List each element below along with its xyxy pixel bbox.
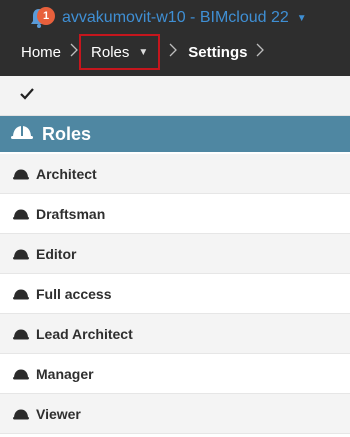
hard-hat-icon [10, 123, 34, 146]
hard-hat-icon [12, 407, 30, 421]
chevron-right-icon [169, 43, 178, 62]
chevron-down-icon[interactable]: ▼ [138, 47, 148, 58]
role-item[interactable]: Editor [0, 234, 350, 274]
role-label[interactable]: Editor [36, 246, 76, 262]
role-item[interactable]: Viewer [0, 394, 350, 434]
chevron-down-icon[interactable]: ▼ [297, 13, 307, 24]
hard-hat-icon [12, 167, 30, 181]
breadcrumb-roles[interactable]: Roles [91, 44, 129, 61]
server-title-row[interactable]: 1 avvakumovit-w10 - BIMcloud 22 ▼ [26, 4, 307, 32]
chevron-right-icon [256, 43, 265, 62]
checkmark-icon[interactable] [20, 87, 34, 105]
hard-hat-icon [12, 247, 30, 261]
role-label[interactable]: Draftsman [36, 206, 105, 222]
hard-hat-icon [12, 207, 30, 221]
breadcrumb-home[interactable]: Home [21, 44, 61, 61]
breadcrumb: Home Roles ▼ Settings [0, 32, 350, 72]
role-label[interactable]: Lead Architect [36, 326, 133, 342]
server-title[interactable]: avvakumovit-w10 - BIMcloud 22 [62, 9, 289, 27]
role-item[interactable]: Architect [0, 154, 350, 194]
section-title: Roles [42, 123, 92, 144]
role-item[interactable]: Lead Architect [0, 314, 350, 354]
role-item[interactable]: Manager [0, 354, 350, 394]
breadcrumb-roles-dropdown[interactable]: Roles ▼ [79, 34, 161, 70]
notification-bell-icon[interactable]: 1 [26, 5, 55, 31]
role-item[interactable]: Full access [0, 274, 350, 314]
hard-hat-icon [12, 327, 30, 341]
chevron-right-icon [70, 43, 78, 62]
role-label[interactable]: Viewer [36, 406, 81, 422]
breadcrumb-settings[interactable]: Settings [188, 44, 247, 61]
role-label[interactable]: Full access [36, 286, 112, 302]
role-label[interactable]: Architect [36, 166, 97, 182]
hard-hat-icon [12, 287, 30, 301]
top-bar: 1 avvakumovit-w10 - BIMcloud 22 ▼ Home R… [0, 0, 350, 76]
hard-hat-icon [12, 367, 30, 381]
roles-section-header: Roles [0, 116, 350, 152]
roles-list: Architect Draftsman Editor Full access L… [0, 154, 350, 434]
select-all-row[interactable] [0, 76, 350, 116]
role-label[interactable]: Manager [36, 366, 94, 382]
role-item[interactable]: Draftsman [0, 194, 350, 234]
notification-count-badge: 1 [37, 7, 55, 25]
